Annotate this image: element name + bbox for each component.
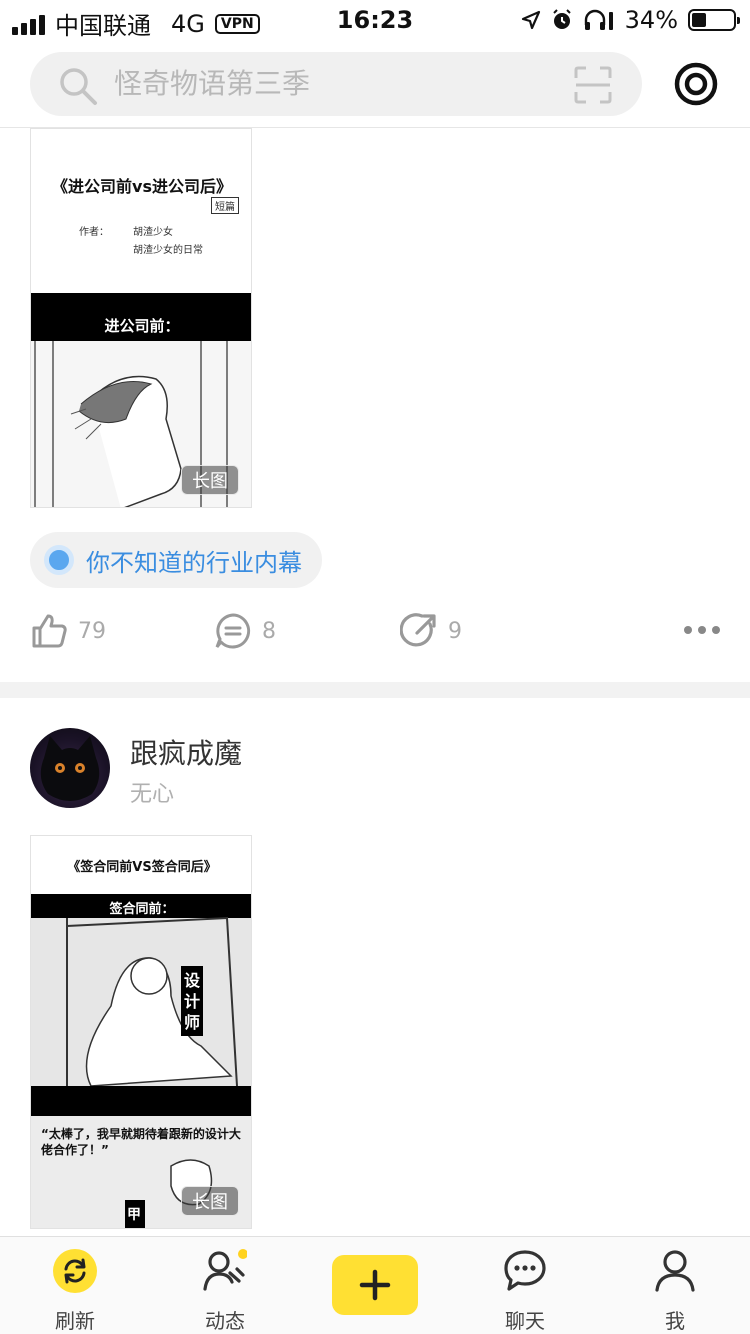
search-icon [60, 68, 97, 105]
more-options-icon[interactable] [684, 626, 720, 634]
thumbs-up-icon [32, 614, 67, 648]
comic-tag: 短篇 [211, 197, 239, 214]
profile-icon [655, 1250, 695, 1292]
tab-label: 动态 [205, 1309, 245, 1333]
long-image-badge: 长图 [181, 1186, 239, 1216]
long-image-badge: 长图 [181, 465, 239, 495]
publish-button[interactable] [332, 1255, 418, 1315]
battery-icon [688, 9, 740, 31]
comic-author-name: 胡渣少女 [133, 227, 173, 238]
search-bar[interactable]: 怪奇物语第三季 [30, 52, 642, 116]
post-divider [0, 682, 750, 698]
topic-chip[interactable]: 你不知道的行业内幕 [30, 532, 322, 588]
share-icon [400, 613, 436, 647]
plus-icon [359, 1269, 391, 1301]
tab-label: 刷新 [55, 1309, 95, 1333]
battery-percent: 34% [624, 6, 678, 34]
contacts-icon [203, 1249, 247, 1291]
share-button[interactable]: 9 [400, 612, 462, 650]
share-count: 9 [448, 618, 462, 644]
scan-icon[interactable] [574, 66, 612, 104]
camera-icon[interactable] [672, 60, 720, 108]
comic-vertical-label: 设计师 [183, 971, 200, 1032]
tab-activity[interactable]: 动态 [150, 1237, 300, 1334]
comment-count: 8 [262, 618, 276, 644]
comic-quote: “太棒了，我早就期待着跟新的设计大佬合作了！” [41, 1127, 241, 1157]
comic-speaker: 甲 [127, 1207, 141, 1223]
cat-avatar-image [40, 736, 100, 801]
tab-refresh[interactable]: 刷新 [0, 1237, 150, 1334]
post-image[interactable]: 《签合同前VS签合同后》 签合同前： 设计师 “太棒了，我早就期待着跟新的设计大… [30, 835, 252, 1229]
refresh-icon [53, 1249, 97, 1293]
status-right: 34% [521, 6, 740, 34]
alarm-icon [552, 9, 571, 29]
tab-label: 聊天 [505, 1309, 545, 1333]
topic-icon [44, 545, 74, 575]
comic-author-weibo: 胡渣少女的日常 [133, 245, 203, 256]
tab-chat[interactable]: 聊天 [450, 1237, 600, 1334]
search-placeholder: 怪奇物语第三季 [114, 67, 311, 100]
chat-icon [504, 1250, 546, 1291]
bottom-tab-bar: 刷新 动态 聊天 我 [0, 1236, 750, 1334]
author-name[interactable]: 跟疯成魔 [130, 732, 242, 772]
comment-button[interactable]: 8 [214, 612, 276, 650]
post-image[interactable]: 《进公司前vs进公司后》 短篇 作者： 胡渣少女 胡渣少女的日常 进公司前： 长… [30, 128, 252, 508]
comic-title: 《签合同前VS签合同后》 [67, 860, 217, 875]
comic-banner: 进公司前： [104, 317, 180, 335]
comic-image [31, 836, 251, 1228]
avatar[interactable] [30, 728, 110, 808]
like-count: 79 [78, 618, 106, 644]
comic-title: 《进公司前vs进公司后》 [52, 177, 232, 196]
like-button[interactable]: 79 [30, 612, 106, 650]
author-subtitle: 无心 [130, 782, 175, 807]
headphones-icon [584, 9, 613, 30]
status-bar: 中国联通 4G VPN 16:23 34% [0, 0, 750, 40]
tab-label: 我 [665, 1309, 685, 1333]
comic-banner: 签合同前： [109, 902, 175, 917]
comic-author-label: 作者： [79, 227, 109, 238]
comment-icon [215, 613, 251, 649]
topic-label: 你不知道的行业内幕 [86, 548, 302, 577]
location-icon [521, 10, 540, 30]
tab-profile[interactable]: 我 [600, 1237, 750, 1334]
